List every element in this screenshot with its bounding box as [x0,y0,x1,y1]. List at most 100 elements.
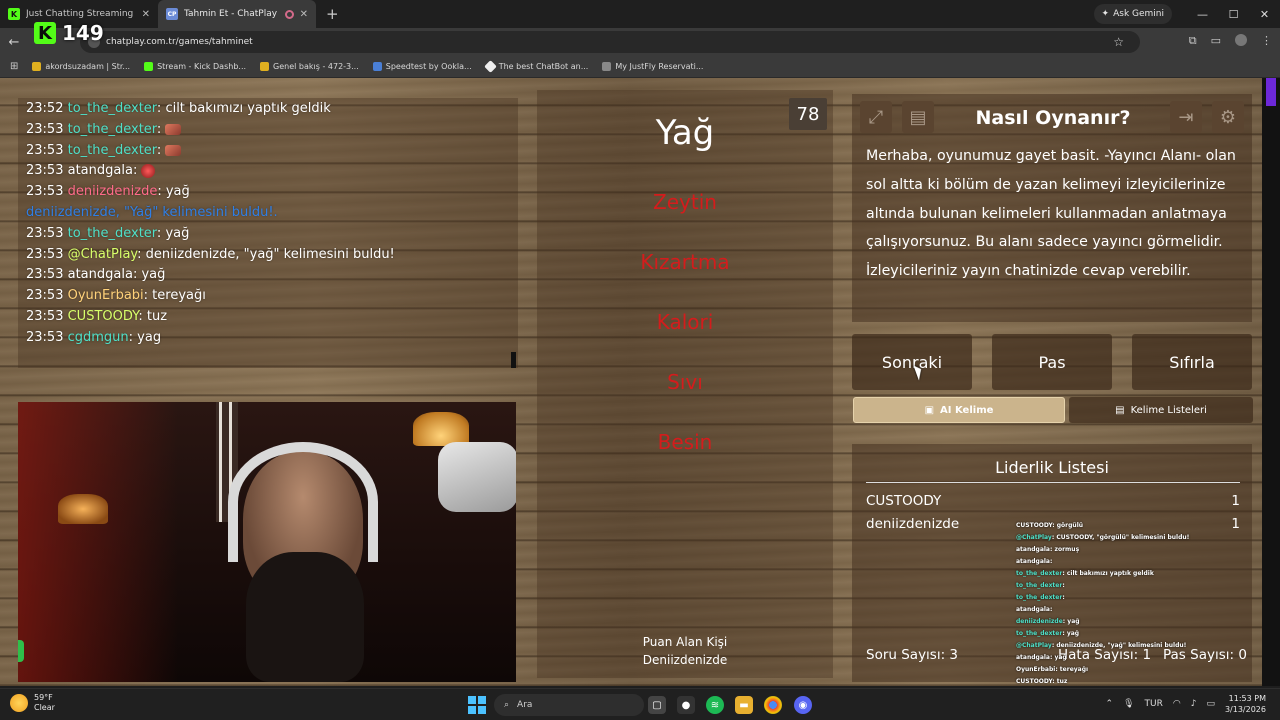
chat-username[interactable]: to_the_dexter [68,101,157,116]
microphone-icon[interactable]: 🎙 [1123,699,1134,709]
overlay-chat-line: @ChatPlay: deniizdenizde, "yağ" kelimesi… [1016,642,1186,649]
emote-icon [141,163,156,178]
tab-title: Tahmin Et - ChatPlay [184,9,278,19]
chat-message: 23:52 to_the_dexter: cilt bakımızı yaptı… [26,101,331,116]
bookmark-item[interactable]: My JustFly Reservati... [602,62,703,71]
chat-timestamp: 23:53 [26,142,64,158]
green-indicator [18,640,24,662]
chat-username[interactable]: cgdmgun [68,330,129,345]
exit-icon[interactable]: ⇥ [1170,101,1202,133]
page-scrollbar[interactable] [1262,78,1280,686]
chat-message: 23:53 CUSTOODY: tuz [26,309,168,324]
next-button[interactable]: Sonraki [852,334,972,390]
scorer-name: Deniizdenizde [642,653,728,667]
reset-button[interactable]: Sıfırla [1132,334,1252,390]
overlay-message: : CUSTOODY, "görgülü" kelimesini buldu! [1051,534,1190,541]
apps-icon[interactable]: ⊞ [10,61,18,72]
ask-gemini-button[interactable]: ✦ Ask Gemini [1093,4,1172,24]
close-icon[interactable]: ✕ [300,9,308,20]
task-view-icon[interactable]: ▢ [648,696,666,714]
bookmark-item[interactable]: akordsuzadam | Str... [32,62,130,71]
bookmark-star-icon[interactable]: ☆ [1113,35,1124,49]
chat-timestamp: 23:53 [26,246,64,262]
divider [866,482,1240,483]
language-indicator[interactable]: TUR [1145,699,1163,709]
taboo-word: Kızartma [640,250,730,274]
bookmark-label: Stream - Kick Dashb... [157,62,247,71]
overlay-message: : yağ [1062,630,1080,637]
taskbar-search[interactable]: ⌕ Ara [494,694,644,716]
overlay-message: : [1049,606,1053,613]
settings-gear-icon[interactable]: ⚙ [1212,101,1244,133]
chat-username[interactable]: atandgala [68,163,133,178]
ask-gemini-label: Ask Gemini [1113,9,1164,19]
overlay-message: : cilt bakımızı yaptık geldik [1062,570,1154,577]
streamer-beard [246,552,364,682]
chat-username[interactable]: @ChatPlay [68,247,138,262]
bookmark-item[interactable]: The best ChatBot an... [483,60,588,73]
weather-widget[interactable]: 59°F Clear [10,693,55,713]
overlay-chat-line: to_the_dexter: [1016,594,1065,601]
bookmark-item[interactable]: Genel bakış - 472-3... [260,62,359,71]
cast-icon[interactable]: ▭ [1211,34,1221,48]
volume-icon[interactable]: ♪ [1191,699,1197,709]
system-message: deniizdenizde, "Yağ" kelimesini buldu!. [26,205,278,220]
chrome-icon[interactable] [764,696,782,714]
new-tab-button[interactable]: + [316,5,349,23]
scrollbar-thumb[interactable] [1266,78,1276,106]
overlay-username: @ChatPlay [1016,642,1052,649]
back-button[interactable]: ← [0,35,28,50]
lamp [58,494,108,524]
file-explorer-icon[interactable]: ▬ [735,696,753,714]
chat-message: 23:53 cgdmgun: yag [26,329,162,345]
start-button[interactable] [468,696,486,714]
bookmark-label: My JustFly Reservati... [615,62,704,71]
tab-word-lists[interactable]: ▤ Kelime Listeleri [1069,397,1253,423]
chat-username[interactable]: OyunErbabi [68,288,144,303]
github-icon[interactable]: ● [677,696,695,714]
minimize-button[interactable]: — [1187,0,1218,28]
chat-text: tuz [146,309,168,324]
notes-icon[interactable]: ▤ [902,101,934,133]
tab-chatplay[interactable]: CP Tahmin Et - ChatPlay ✕ [158,0,316,28]
overlay-message: : tereyağı [1055,666,1089,673]
chevron-up-icon[interactable]: ⌃ [1106,699,1114,709]
taskbar: 59°F Clear ⌕ Ara ▢ ● ≋ ▬ ◉ ⌃ 🎙 TUR ◠ ♪ ▭… [0,688,1280,720]
chat-message: 23:53 to_the_dexter: [26,142,182,158]
bookmark-item[interactable]: Stream - Kick Dashb... [144,62,246,71]
maximize-button[interactable]: ☐ [1218,0,1249,28]
chat-timestamp: 23:53 [26,267,64,283]
spotify-icon[interactable]: ≋ [706,696,724,714]
discord-icon[interactable]: ◉ [794,696,812,714]
chat-scrollbar[interactable] [511,352,516,368]
chat-timestamp: 23:53 [26,121,64,137]
extensions-icon[interactable]: ⧉ [1189,34,1197,48]
overlay-message: : deniizdenizde, "yağ" kelimesini buldu! [1051,642,1187,649]
close-window-button[interactable]: ✕ [1249,0,1280,28]
battery-icon[interactable]: ▭ [1206,699,1215,709]
pass-button[interactable]: Pas [992,334,1112,390]
close-icon[interactable]: ✕ [142,9,150,20]
chat-username[interactable]: deniizdenizde [68,184,158,199]
fullscreen-icon[interactable]: ⤢ [860,101,892,133]
chat-username[interactable]: CUSTOODY [68,309,139,324]
chat-timestamp: 23:53 [26,225,64,241]
weather-icon [10,694,28,712]
profile-avatar[interactable] [1235,34,1247,46]
overlay-username: atandgala [1016,558,1050,565]
temperature: 59°F [34,693,53,702]
chat-username[interactable]: to_the_dexter [68,122,157,137]
microphone [438,442,516,512]
chat-username[interactable]: atandgala [68,267,133,282]
overlay-chat-line: to_the_dexter: yağ [1016,630,1079,637]
clock[interactable]: 11:53 PM 3/13/2026 [1225,693,1266,715]
overlay-username: atandgala [1016,654,1050,661]
chat-username[interactable]: to_the_dexter [68,226,157,241]
tab-ai-word[interactable]: ▣ AI Kelime [853,397,1065,423]
chat-username[interactable]: to_the_dexter [68,143,157,158]
url-field[interactable]: chatplay.com.tr/games/tahminet ☆ [80,31,1140,53]
kick-logo-icon: K [34,22,56,44]
menu-icon[interactable]: ⋮ [1261,34,1272,48]
bookmark-item[interactable]: Speedtest by Ookla... [372,62,472,71]
wifi-icon[interactable]: ◠ [1173,699,1181,709]
